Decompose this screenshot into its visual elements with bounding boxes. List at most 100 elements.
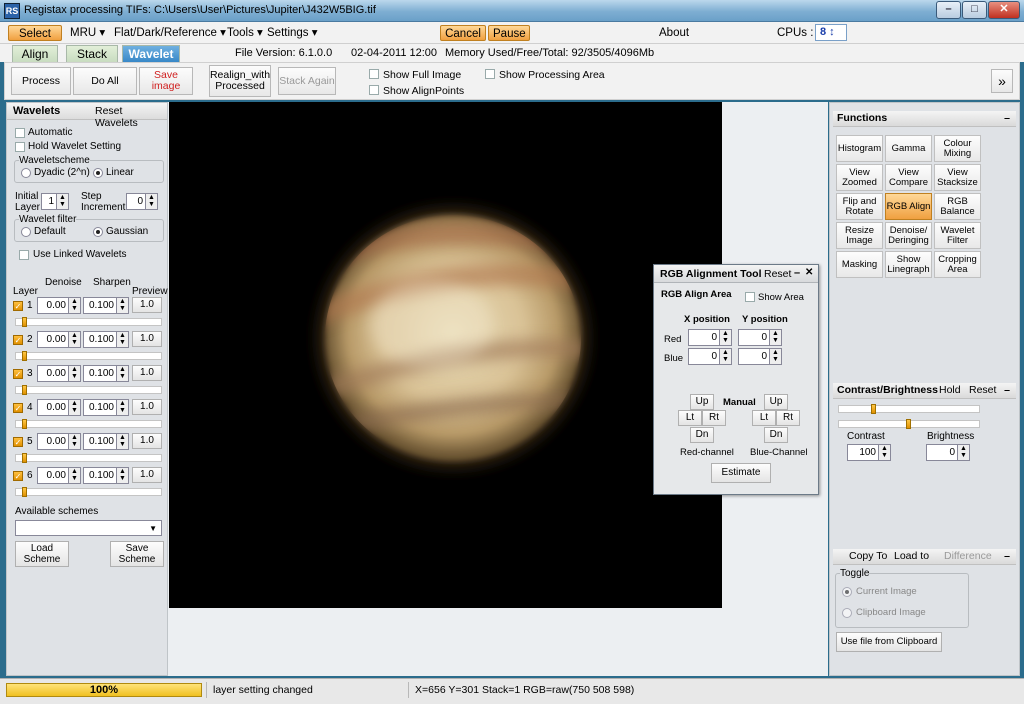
layer-preview-button[interactable]: 1.0 [132, 433, 162, 449]
blue-up-button[interactable]: Up [764, 394, 788, 410]
spinner-arrows-icon[interactable]: ▲ ▼ [68, 434, 80, 449]
layer-slider[interactable] [15, 385, 162, 395]
hold-wavelet-setting-checkbox[interactable] [15, 142, 25, 152]
spinner-arrows-icon[interactable]: ▲ ▼ [719, 349, 731, 364]
dyadic-radio[interactable] [21, 168, 31, 178]
function-view-zoomed-button[interactable]: View Zoomed [836, 164, 883, 191]
rgb-tool-close-icon[interactable]: ✕ [805, 267, 813, 278]
layer-denoise-spinner[interactable]: 0.00 ▲ ▼ [37, 331, 81, 348]
function-histogram-button[interactable]: Histogram [836, 135, 883, 162]
layer-slider-thumb[interactable] [22, 487, 27, 497]
jupiter-image[interactable] [169, 102, 722, 608]
layer-denoise-spinner[interactable]: 0.00 ▲ ▼ [37, 297, 81, 314]
initial-layer-spinner[interactable]: 1 ▲ ▼ [41, 193, 69, 210]
spinner-arrows-icon[interactable]: ▲ ▼ [116, 468, 128, 483]
layer-slider[interactable] [15, 487, 162, 497]
menu-settings[interactable]: Settings ▾ [263, 25, 322, 41]
layer-enable-checkbox[interactable]: ✓ [13, 335, 23, 345]
layer-enable-checkbox[interactable]: ✓ [13, 301, 23, 311]
cancel-button[interactable]: Cancel [440, 25, 486, 41]
layer-denoise-spinner[interactable]: 0.00 ▲ ▼ [37, 365, 81, 382]
spinner-arrows-icon[interactable]: ▲ ▼ [769, 330, 781, 345]
layer-slider-thumb[interactable] [22, 419, 27, 429]
spinner-arrows-icon[interactable]: ▲ ▼ [116, 366, 128, 381]
layer-preview-button[interactable]: 1.0 [132, 399, 162, 415]
brightness-slider-thumb[interactable] [906, 419, 911, 429]
function-rgb-balance-button[interactable]: RGB Balance [934, 193, 981, 220]
layer-slider-thumb[interactable] [22, 317, 27, 327]
do-all-button[interactable]: Do All [73, 67, 137, 95]
layer-sharpen-spinner[interactable]: 0.100 ▲ ▼ [83, 399, 129, 416]
tab-stack[interactable]: Stack [66, 45, 118, 62]
layer-enable-checkbox[interactable]: ✓ [13, 471, 23, 481]
function-view-compare-button[interactable]: View Compare [885, 164, 932, 191]
linear-radio[interactable] [93, 168, 103, 178]
layer-slider[interactable] [15, 419, 162, 429]
spinner-arrows-icon[interactable]: ▲ ▼ [56, 194, 68, 209]
spinner-arrows-icon[interactable]: ▲ ▼ [116, 332, 128, 347]
current-image-radio[interactable] [842, 587, 852, 597]
red-x-spinner[interactable]: 0 ▲ ▼ [688, 329, 732, 346]
spinner-arrows-icon[interactable]: ▲ ▼ [878, 445, 890, 460]
red-right-button[interactable]: Rt [702, 410, 726, 426]
show-area-checkbox[interactable] [745, 292, 755, 302]
stack-again-button[interactable]: Stack Again [278, 67, 336, 95]
contrast-slider[interactable] [838, 404, 980, 414]
layer-enable-checkbox[interactable]: ✓ [13, 403, 23, 413]
layer-slider[interactable] [15, 317, 162, 327]
function-gamma-button[interactable]: Gamma [885, 135, 932, 162]
function-colour-mixing-button[interactable]: Colour Mixing [934, 135, 981, 162]
function-show-linegraph-button[interactable]: Show Linegraph [885, 251, 932, 278]
spinner-arrows-icon[interactable]: ▲ ▼ [68, 400, 80, 415]
blue-left-button[interactable]: Lt [752, 410, 776, 426]
red-left-button[interactable]: Lt [678, 410, 702, 426]
layer-denoise-spinner[interactable]: 0.00 ▲ ▼ [37, 399, 81, 416]
contrast-spinner[interactable]: 100 ▲ ▼ [847, 444, 891, 461]
reset-wavelets-button[interactable]: Reset Wavelets [95, 105, 167, 129]
contrast-slider-thumb[interactable] [871, 404, 876, 414]
use-file-from-clipboard-button[interactable]: Use file from Clipboard [836, 632, 942, 652]
expand-toolbar-button[interactable]: » [991, 69, 1013, 93]
cpu-count-spinner[interactable]: 8 ↕ [815, 24, 847, 41]
red-up-button[interactable]: Up [690, 394, 714, 410]
step-increment-spinner[interactable]: 0 ▲ ▼ [126, 193, 158, 210]
maximize-window-button[interactable]: □ [962, 1, 987, 19]
minimize-window-button[interactable]: – [936, 1, 961, 19]
function-rgb-align-button[interactable]: RGB Align [885, 193, 932, 220]
blue-y-spinner[interactable]: 0 ▲ ▼ [738, 348, 782, 365]
save-image-button[interactable]: Save image [139, 67, 193, 95]
difference-button[interactable]: Difference [944, 549, 992, 564]
spinner-arrows-icon[interactable]: ▲ ▼ [68, 366, 80, 381]
realign-with-processed-button[interactable]: Realign_with Processed [209, 65, 271, 97]
menu-about[interactable]: About [655, 25, 693, 41]
red-down-button[interactable]: Dn [690, 427, 714, 443]
filter-gaussian-radio[interactable] [93, 227, 103, 237]
save-scheme-button[interactable]: Save Scheme [110, 541, 164, 567]
contrast-hold-button[interactable]: Hold [939, 383, 961, 398]
layer-preview-button[interactable]: 1.0 [132, 365, 162, 381]
layer-preview-button[interactable]: 1.0 [132, 297, 162, 313]
show-alignpoints-checkbox[interactable] [369, 85, 379, 95]
layer-denoise-spinner[interactable]: 0.00 ▲ ▼ [37, 467, 81, 484]
process-button[interactable]: Process [11, 67, 71, 95]
use-linked-wavelets-checkbox[interactable] [19, 250, 29, 260]
layer-preview-button[interactable]: 1.0 [132, 467, 162, 483]
layer-enable-checkbox[interactable]: ✓ [13, 437, 23, 447]
red-y-spinner[interactable]: 0 ▲ ▼ [738, 329, 782, 346]
rgb-tool-minimize-icon[interactable]: – [794, 267, 800, 279]
function-resize-image-button[interactable]: Resize Image [836, 222, 883, 249]
brightness-slider[interactable] [838, 419, 980, 429]
spinner-arrows-icon[interactable]: ▲ ▼ [116, 434, 128, 449]
spinner-arrows-icon[interactable]: ▲ ▼ [116, 298, 128, 313]
clipboard-collapse-icon[interactable]: – [1004, 549, 1010, 564]
copy-to-button[interactable]: Copy To [849, 549, 887, 564]
layer-slider[interactable] [15, 453, 162, 463]
contrast-reset-button[interactable]: Reset [969, 383, 996, 398]
show-full-image-checkbox[interactable] [369, 69, 379, 79]
layer-slider-thumb[interactable] [22, 351, 27, 361]
clipboard-image-radio[interactable] [842, 608, 852, 618]
function-denoise-deringing-button[interactable]: Denoise/ Deringing [885, 222, 932, 249]
layer-slider-thumb[interactable] [22, 453, 27, 463]
automatic-checkbox[interactable] [15, 128, 25, 138]
spinner-arrows-icon[interactable]: ▲ ▼ [719, 330, 731, 345]
